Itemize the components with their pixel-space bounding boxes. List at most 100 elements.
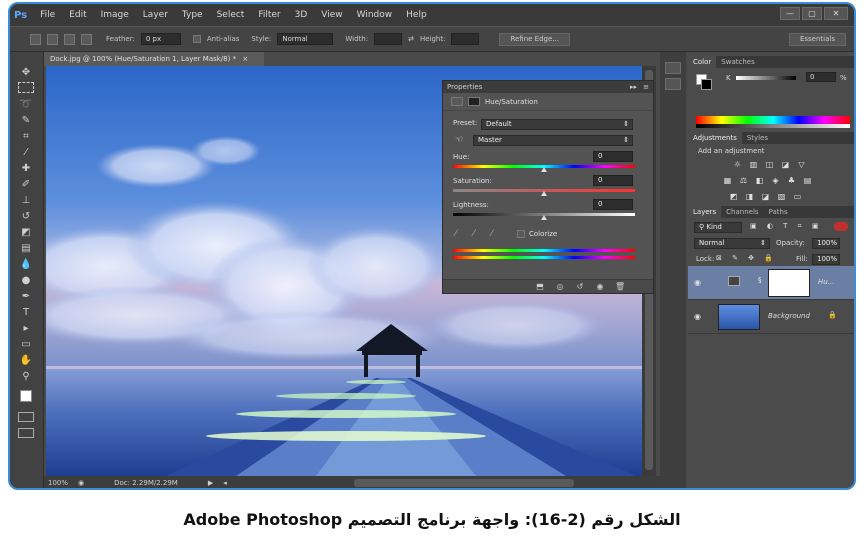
adjustment-icon[interactable] xyxy=(451,97,463,106)
saturation-slider-thumb[interactable] xyxy=(541,191,547,196)
channel-mixer-icon[interactable]: ♣ xyxy=(786,176,797,185)
layer-row-background[interactable]: ◉ Background 🔒 xyxy=(688,300,854,334)
colorize-checkbox[interactable] xyxy=(517,230,525,238)
pen-tool-icon[interactable]: ✒ xyxy=(18,290,34,304)
menu-edit[interactable]: Edit xyxy=(62,10,93,20)
selective-color-icon[interactable]: ▭ xyxy=(792,192,803,201)
gradient-map-icon[interactable]: ▧ xyxy=(776,192,787,201)
view-previous-icon[interactable]: ◎ xyxy=(555,282,565,291)
filter-icons[interactable]: ▣ ◐ T ⌗ ▣ xyxy=(750,222,822,231)
tab-styles[interactable]: Styles xyxy=(742,132,773,144)
eye-icon[interactable]: ◉ xyxy=(694,278,703,287)
delete-icon[interactable]: 🗑 xyxy=(615,282,625,291)
eraser-tool-icon[interactable]: ◩ xyxy=(18,226,34,240)
reset-icon[interactable]: ↺ xyxy=(575,282,585,291)
grayscale-ramp[interactable] xyxy=(696,124,850,128)
style-select[interactable]: Normal xyxy=(277,33,334,45)
antialias-checkbox[interactable] xyxy=(192,35,201,43)
shape-tool-icon[interactable]: ▭ xyxy=(18,338,34,352)
vibrance-icon[interactable]: ▽ xyxy=(796,160,807,169)
gradient-tool-icon[interactable]: ▤ xyxy=(18,242,34,256)
menu-view[interactable]: View xyxy=(314,10,349,20)
hue-input[interactable]: 0 xyxy=(593,151,633,162)
close-button[interactable]: ✕ xyxy=(824,7,848,20)
eyedropper-icon[interactable]: ⁄ xyxy=(455,229,457,239)
lightness-input[interactable]: 0 xyxy=(593,199,633,210)
panel-menu-icon[interactable]: ≡ xyxy=(643,81,649,93)
preset-select[interactable]: Default ⇕ xyxy=(481,119,633,130)
levels-icon[interactable]: ▥ xyxy=(748,160,759,169)
zoom-tool-icon[interactable]: ⚲ xyxy=(18,370,34,384)
layer-row-adjustment[interactable]: ◉ § Hu... xyxy=(688,266,854,300)
refine-edge-button[interactable]: Refine Edge... xyxy=(499,32,570,46)
photo-filter-icon[interactable]: ◈ xyxy=(770,176,781,185)
tab-adjustments[interactable]: Adjustments xyxy=(688,132,742,144)
black-white-icon[interactable]: ◧ xyxy=(754,176,765,185)
foreground-color-swatch[interactable] xyxy=(20,390,32,402)
layer-mask-thumb[interactable] xyxy=(768,269,810,297)
clip-to-layer-icon[interactable]: ⬒ xyxy=(535,282,545,291)
mask-icon[interactable] xyxy=(468,97,480,106)
layer-filter-select[interactable]: ⚲ Kind xyxy=(694,222,742,233)
hue-slider-thumb[interactable] xyxy=(541,167,547,172)
tab-swatches[interactable]: Swatches xyxy=(716,56,759,68)
lasso-tool-icon[interactable]: ➰ xyxy=(18,98,34,112)
properties-title-bar[interactable]: Properties ▸▸ ≡ xyxy=(443,81,653,93)
chain-icon[interactable]: § xyxy=(758,276,762,284)
intersect-selection-icon[interactable] xyxy=(81,33,92,45)
posterize-icon[interactable]: ◨ xyxy=(744,192,755,201)
width-input[interactable] xyxy=(374,33,403,45)
tab-color[interactable]: Color xyxy=(688,56,717,68)
menu-window[interactable]: Window xyxy=(350,10,400,20)
visibility-icon[interactable]: ◉ xyxy=(595,282,605,291)
tab-paths[interactable]: Paths xyxy=(764,206,793,218)
swap-icon[interactable]: ⇄ xyxy=(408,35,414,43)
healing-tool-icon[interactable]: ✚ xyxy=(18,162,34,176)
menu-3d[interactable]: 3D xyxy=(288,10,315,20)
document-tab[interactable]: Dock.jpg @ 100% (Hue/Saturation 1, Layer… xyxy=(44,52,264,66)
fill-input[interactable]: 100% xyxy=(812,254,840,265)
color-bg-swatch[interactable] xyxy=(701,79,712,90)
crop-tool-icon[interactable]: ⌗ xyxy=(18,130,34,144)
k-slider[interactable] xyxy=(736,76,796,80)
add-selection-icon[interactable] xyxy=(47,33,58,45)
threshold-icon[interactable]: ◪ xyxy=(760,192,771,201)
subtract-selection-icon[interactable] xyxy=(64,33,75,45)
actions-panel-icon[interactable] xyxy=(665,78,681,90)
color-balance-icon[interactable]: ⚖ xyxy=(738,176,749,185)
blur-tool-icon[interactable]: 💧 xyxy=(18,258,34,272)
path-select-tool-icon[interactable]: ▸ xyxy=(18,322,34,336)
tab-layers[interactable]: Layers xyxy=(688,206,722,218)
height-input[interactable] xyxy=(451,33,480,45)
new-selection-icon[interactable] xyxy=(30,33,41,45)
horizontal-scroll-thumb[interactable] xyxy=(354,479,574,487)
color-value-input[interactable]: 0 xyxy=(806,72,836,82)
channel-select[interactable]: Master ⇕ xyxy=(473,135,633,146)
opacity-input[interactable]: 100% xyxy=(812,238,840,249)
targeted-adjust-icon[interactable]: ☜ xyxy=(455,135,463,145)
eye-icon[interactable]: ◉ xyxy=(694,312,703,321)
exposure-icon[interactable]: ◪ xyxy=(780,160,791,169)
menu-file[interactable]: File xyxy=(33,10,62,20)
brush-tool-icon[interactable]: ✐ xyxy=(18,178,34,192)
workspace-button[interactable]: Essentials xyxy=(788,33,846,46)
menu-image[interactable]: Image xyxy=(94,10,136,20)
menu-help[interactable]: Help xyxy=(399,10,434,20)
lightness-slider-thumb[interactable] xyxy=(541,215,547,220)
document-tab-close-icon[interactable]: × xyxy=(242,55,248,63)
curves-icon[interactable]: ◫ xyxy=(764,160,775,169)
history-brush-tool-icon[interactable]: ↺ xyxy=(18,210,34,224)
hue-sat-icon[interactable]: ▦ xyxy=(722,176,733,185)
menu-select[interactable]: Select xyxy=(210,10,252,20)
eyedropper-plus-icon[interactable]: ⁄ xyxy=(473,229,475,239)
eyedropper-minus-icon[interactable]: ⁄ xyxy=(491,229,493,239)
blend-mode-select[interactable]: Normal ⇕ xyxy=(694,238,770,249)
quick-select-tool-icon[interactable]: ✎ xyxy=(18,114,34,128)
hand-tool-icon[interactable]: ✋ xyxy=(18,354,34,368)
color-spectrum[interactable] xyxy=(696,116,850,124)
restore-button[interactable]: ▢ xyxy=(802,7,822,20)
minimize-button[interactable]: — xyxy=(780,7,800,20)
status-arrow-icon[interactable]: ▶ xyxy=(208,479,213,487)
zoom-level[interactable]: 100% xyxy=(48,479,68,487)
feather-input[interactable]: 0 px xyxy=(140,33,181,45)
